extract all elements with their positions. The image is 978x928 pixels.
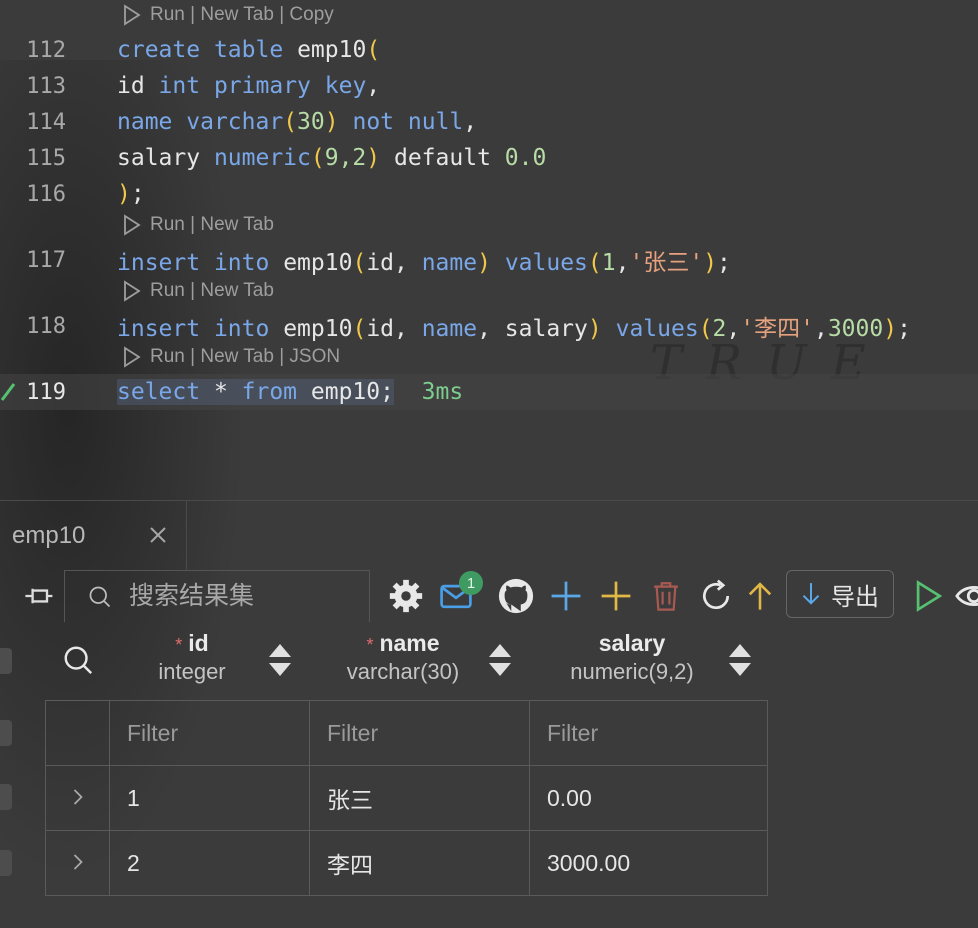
delete-icon[interactable] bbox=[646, 576, 686, 616]
row-markers bbox=[0, 622, 12, 928]
codelens-line-119[interactable]: Run | New Tab | JSON bbox=[122, 346, 340, 368]
cell-id[interactable]: 1 bbox=[109, 765, 310, 831]
search-icon bbox=[89, 586, 111, 607]
result-tab-bar: emp10 bbox=[0, 500, 978, 571]
code-line: 116 ); bbox=[0, 176, 978, 212]
sort-icon[interactable] bbox=[268, 642, 292, 678]
result-toolbar: 导出 bbox=[0, 570, 978, 622]
modified-line-marker-icon bbox=[0, 383, 16, 401]
cell-name[interactable]: 李四 bbox=[309, 830, 530, 896]
run-icon bbox=[124, 4, 141, 26]
tab-emp10[interactable]: emp10 bbox=[0, 501, 187, 571]
line-number: 117 bbox=[26, 247, 66, 273]
required-marker: * bbox=[366, 635, 374, 655]
filter-name-input[interactable]: Filter bbox=[309, 700, 530, 766]
codelens-actions[interactable]: Run | New Tab bbox=[150, 280, 274, 302]
sort-icon[interactable] bbox=[728, 642, 752, 678]
code-line-active: 119 select * from emp10; 3ms bbox=[0, 374, 978, 410]
github-icon[interactable] bbox=[496, 576, 536, 616]
codelens-actions[interactable]: Run | New Tab bbox=[150, 214, 274, 236]
table-row[interactable]: 2 李四 3000.00 bbox=[45, 830, 768, 896]
filter-row-spacer bbox=[45, 700, 110, 766]
codelens-line-117[interactable]: Run | New Tab bbox=[122, 214, 274, 236]
insert-row-icon[interactable] bbox=[596, 576, 636, 616]
cell-salary[interactable]: 3000.00 bbox=[529, 830, 768, 896]
chevron-right-icon bbox=[73, 853, 83, 870]
line-number: 115 bbox=[26, 145, 66, 171]
codelens-line-112[interactable]: Run | New Tab | Copy bbox=[122, 4, 334, 26]
table-row[interactable]: 1 张三 0.00 bbox=[45, 765, 768, 831]
notification-badge: 1 bbox=[459, 571, 483, 595]
search-input[interactable] bbox=[127, 581, 351, 612]
query-timing: 3ms bbox=[421, 379, 464, 405]
arrow-up-icon[interactable] bbox=[740, 576, 780, 616]
run-query-icon[interactable] bbox=[908, 576, 948, 616]
close-icon[interactable] bbox=[146, 523, 170, 547]
result-table: Filter Filter Filter 1 张三 0.00 2 李四 3000… bbox=[45, 700, 768, 896]
filter-salary-input[interactable]: Filter bbox=[529, 700, 768, 766]
column-header-id[interactable]: * id integer bbox=[140, 630, 244, 685]
line-number: 116 bbox=[26, 181, 66, 207]
eye-icon[interactable] bbox=[954, 576, 978, 616]
export-label: 导出 bbox=[831, 583, 879, 611]
chevron-right-icon bbox=[73, 788, 83, 805]
code-line: 118 insert into emp10(id, name, salary) … bbox=[0, 308, 978, 344]
search-results-box[interactable] bbox=[64, 570, 370, 622]
cell-salary[interactable]: 0.00 bbox=[529, 765, 768, 831]
expand-row[interactable] bbox=[45, 765, 110, 831]
add-row-icon[interactable] bbox=[546, 576, 586, 616]
run-icon bbox=[124, 214, 141, 236]
export-button[interactable]: 导出 bbox=[786, 570, 894, 618]
arrow-down-icon bbox=[802, 583, 820, 605]
cell-name[interactable]: 张三 bbox=[309, 765, 530, 831]
code-line: 115 salary numeric(9,2) default 0.0 bbox=[0, 140, 978, 176]
filter-row: Filter Filter Filter bbox=[45, 700, 768, 766]
code-line: 113 id int primary key, bbox=[0, 68, 978, 104]
line-number: 113 bbox=[26, 73, 66, 99]
run-icon bbox=[124, 346, 141, 368]
column-search-icon[interactable] bbox=[62, 644, 94, 676]
tab-label: emp10 bbox=[12, 522, 86, 549]
gear-icon[interactable] bbox=[386, 576, 426, 616]
codelens-actions[interactable]: Run | New Tab | JSON bbox=[150, 346, 340, 368]
line-number: 118 bbox=[26, 313, 66, 339]
code-line: 117 insert into emp10(id, name) values(1… bbox=[0, 242, 978, 278]
filter-id-input[interactable]: Filter bbox=[109, 700, 310, 766]
codelens-line-118[interactable]: Run | New Tab bbox=[122, 280, 274, 302]
run-icon bbox=[124, 280, 141, 302]
line-number: 112 bbox=[26, 37, 66, 63]
sql-editor[interactable]: Run | New Tab | Copy 112 create table em… bbox=[0, 0, 978, 500]
expand-row[interactable] bbox=[45, 830, 110, 896]
column-header-salary[interactable]: salary numeric(9,2) bbox=[552, 630, 712, 685]
code-line: 112 create table emp10( bbox=[0, 32, 978, 68]
line-number: 114 bbox=[26, 109, 66, 135]
required-marker: * bbox=[175, 635, 183, 655]
pin-icon[interactable] bbox=[18, 576, 58, 616]
column-header-name[interactable]: * name varchar(30) bbox=[330, 630, 476, 685]
result-grid: * id integer * name varchar(30) salary num… bbox=[0, 622, 978, 928]
refresh-icon[interactable] bbox=[696, 576, 736, 616]
sort-icon[interactable] bbox=[488, 642, 512, 678]
code-line: 114 name varchar(30) not null, bbox=[0, 104, 978, 140]
cell-id[interactable]: 2 bbox=[109, 830, 310, 896]
codelens-actions[interactable]: Run | New Tab | Copy bbox=[150, 4, 334, 26]
